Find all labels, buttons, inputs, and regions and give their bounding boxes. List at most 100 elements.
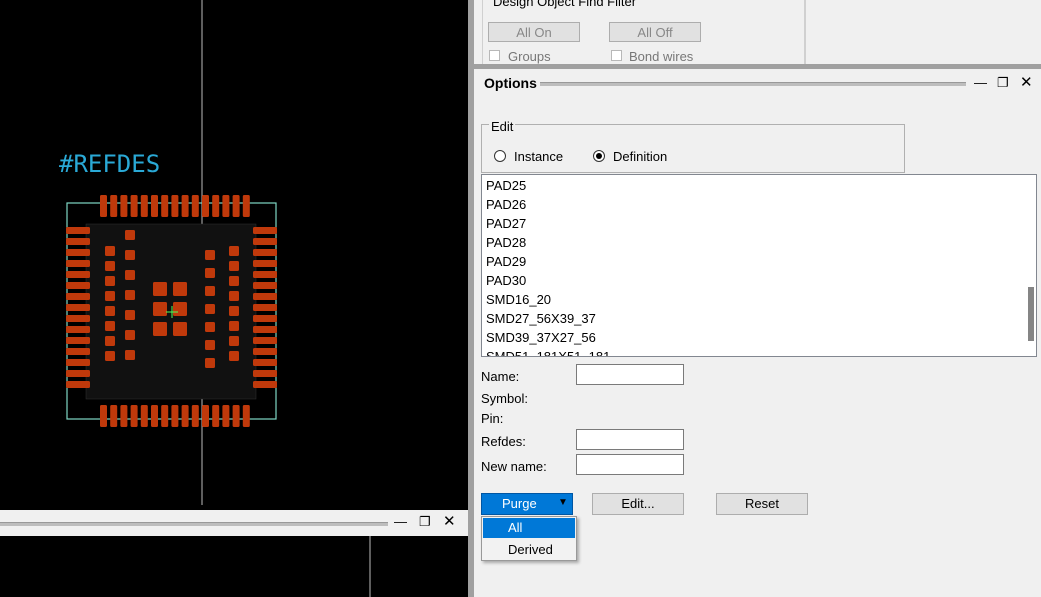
purge-dropdown-button[interactable]: Purge ▼ [481,493,573,515]
bond-wires-checkbox[interactable] [611,50,622,61]
menu-item-all[interactable]: All [483,518,575,538]
pad [66,381,90,388]
name-label: Name: [481,369,520,384]
pad [253,337,277,344]
pad [105,261,115,271]
pad [229,336,239,346]
pad [151,195,158,217]
close-icon[interactable]: ✕ [443,512,456,530]
pad [229,291,239,301]
pad [253,260,277,267]
pad [229,261,239,271]
list-item[interactable]: PAD26 [486,195,526,214]
pad [66,304,90,311]
new-name-label: New name: [481,459,547,474]
pad [171,405,179,427]
list-item[interactable]: SMD39_37X27_56 [486,328,596,347]
pad [222,405,230,427]
list-scrollbar-thumb[interactable] [1028,287,1034,341]
pad [66,227,90,234]
pad [253,315,277,322]
thermal-pad [173,322,187,336]
minimize-icon[interactable]: — [394,514,407,529]
pad [161,405,169,427]
pad [253,304,277,311]
name-field[interactable] [576,364,684,385]
list-item[interactable]: SMD27_56X39_37 [486,309,596,328]
pad [253,359,277,366]
pad [100,405,107,427]
pad [191,405,199,427]
list-item[interactable]: PAD29 [486,252,526,271]
pad [229,351,239,361]
pad [120,195,128,217]
all-on-button[interactable]: All On [488,22,580,42]
reset-button[interactable]: Reset [716,493,808,515]
pad [66,293,90,300]
pad [242,195,250,217]
thermal-pad [153,282,167,296]
pad [66,359,90,366]
pad [181,195,189,217]
layout-canvas[interactable]: #REFDES [0,0,468,505]
list-item[interactable]: PAD30 [486,271,526,290]
list-item[interactable]: PAD25 [486,176,526,195]
pad [253,370,277,377]
refdes-field-label: Refdes: [481,434,526,449]
instance-radio[interactable] [494,150,506,162]
thermal-pad [153,302,167,316]
pad [253,227,277,234]
bond-wires-label: Bond wires [629,49,694,64]
pad [202,195,209,217]
bottom-panel-titlebar: — ❐ ✕ [0,510,468,536]
instance-label: Instance [514,149,564,164]
refdes-field[interactable] [576,429,684,450]
pad [105,246,115,256]
pad [120,405,128,427]
pad [66,348,90,355]
footprint-view: #REFDES [59,0,277,505]
pad [125,270,135,280]
purge-label: Purge [502,496,537,511]
new-name-field[interactable] [576,454,684,475]
pad [253,249,277,256]
pad [205,268,215,278]
definition-radio[interactable] [593,150,605,162]
pad [140,405,148,427]
pad [66,370,90,377]
minimize-icon[interactable]: — [974,75,987,90]
pad [125,230,135,240]
pad [140,195,148,217]
thermal-pad [173,302,187,316]
list-item[interactable]: SMD16_20 [486,290,551,309]
all-off-button[interactable]: All Off [609,22,701,42]
pad [242,405,250,427]
pad [66,249,90,256]
pad [66,282,90,289]
groups-checkbox[interactable] [489,50,500,61]
pad [229,321,239,331]
menu-item-derived[interactable]: Derived [483,540,575,560]
thermal-pad [153,322,167,336]
pad [212,405,220,427]
close-icon[interactable]: ✕ [1020,73,1033,91]
pad [130,405,138,427]
list-item[interactable]: PAD27 [486,214,526,233]
restore-icon[interactable]: ❐ [419,514,431,530]
list-item[interactable]: SMD51_181X51_181 [486,347,610,356]
edit-group-label: Edit [489,119,516,134]
pad [253,282,277,289]
edit-button[interactable]: Edit... [592,493,684,515]
definition-list[interactable]: PAD25 PAD26 PAD27 PAD28 PAD29 PAD30 SMD1… [481,174,1037,357]
pad [125,310,135,320]
pad [229,306,239,316]
pad [151,405,158,427]
pad [161,195,169,217]
pad [212,195,220,217]
pad [232,195,240,217]
pad [125,250,135,260]
refdes-label: #REFDES [59,150,160,178]
restore-icon[interactable]: ❐ [997,75,1009,91]
pad [205,250,215,260]
list-item[interactable]: PAD28 [486,233,526,252]
